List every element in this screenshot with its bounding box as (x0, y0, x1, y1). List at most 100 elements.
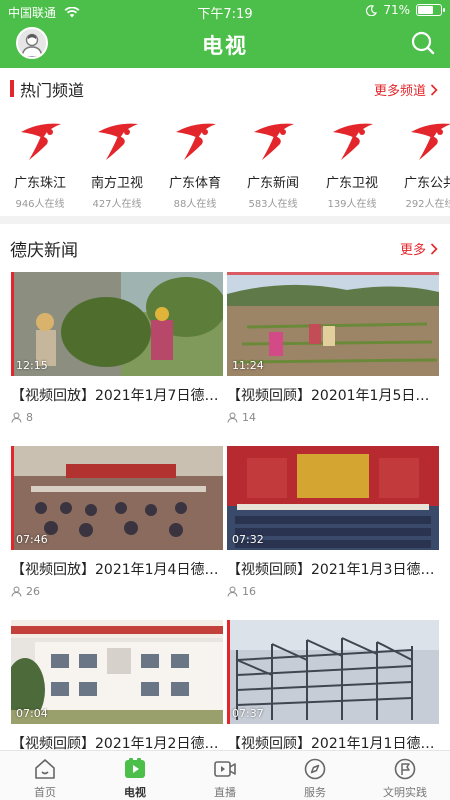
channel-list: 广东珠江 946人在线 南方卫视 427人在线 广东体育 88人在线 广东新闻 … (0, 108, 450, 213)
channel-logo-icon (254, 123, 294, 160)
channel-viewers: 583人在线 (248, 199, 298, 210)
live-camera-icon (214, 761, 236, 777)
tab-label: 电视 (124, 786, 146, 799)
channel-viewers: 292人在线 (405, 199, 450, 210)
search-button[interactable] (410, 30, 436, 56)
video-views: 26 (11, 585, 223, 598)
video-views: 16 (227, 585, 439, 598)
compass-icon (304, 758, 326, 780)
video-duration: 07:46 (16, 533, 48, 546)
channel-logo-icon (21, 123, 61, 160)
tab-label: 直播 (214, 786, 236, 799)
tab-label: 文明实践 (383, 786, 427, 799)
chevron-right-icon (430, 242, 438, 255)
view-count: 16 (242, 585, 256, 598)
video-thumbnail[interactable]: 07:37 (227, 620, 439, 724)
channel-logo-icon (176, 123, 216, 160)
news-section: 德庆新闻 更多 12:15 【视频回放】2021年1月7日德庆新闻 8 11:2… (0, 224, 450, 750)
chevron-right-icon (430, 83, 438, 96)
video-thumbnail[interactable]: 07:32 (227, 446, 439, 550)
channel-name: 广东公共 (403, 176, 450, 191)
channel-viewers: 139人在线 (327, 199, 377, 210)
video-title: 【视频回顾】2021年1月3日德庆新闻 (227, 562, 439, 578)
channel-viewers: 946人在线 (15, 199, 65, 210)
battery-icon (416, 4, 445, 16)
channel-item[interactable]: 广东公共 292人在线 (390, 108, 450, 210)
hot-channels-title: 热门频道 (20, 81, 85, 100)
channel-item[interactable]: 南方卫视 427人在线 (77, 108, 157, 210)
tab-label: 首页 (34, 786, 56, 799)
tab-home[interactable]: 首页 (0, 751, 90, 800)
news-card[interactable]: 07:37 【视频回顾】2021年1月1日德庆新闻 (227, 620, 439, 750)
video-title: 【视频回顾】20201年1月5日德庆新闻 (227, 388, 439, 404)
channel-name: 广东新闻 (246, 176, 299, 191)
section-marker (10, 80, 14, 97)
channel-logo-icon (98, 123, 138, 160)
tab-live[interactable]: 直播 (180, 751, 270, 800)
header: 电视 (0, 22, 450, 68)
news-card[interactable]: 12:15 【视频回放】2021年1月7日德庆新闻 8 (11, 272, 223, 424)
user-icon (227, 412, 238, 423)
news-title: 德庆新闻 (10, 241, 78, 261)
video-title: 【视频回顾】2021年1月1日德庆新闻 (227, 736, 439, 750)
news-card[interactable]: 07:04 【视频回顾】2021年1月2日德庆新闻 (11, 620, 223, 750)
video-duration: 07:37 (232, 707, 264, 720)
channel-name: 广东体育 (168, 176, 221, 191)
video-duration: 11:24 (232, 359, 264, 372)
hot-channels-section: 热门频道 更多频道 广东珠江 946人在线 南方卫视 427人在线 广东体育 8… (0, 68, 450, 216)
tab-tv[interactable]: 电视 (90, 751, 180, 800)
channel-item[interactable]: 广东珠江 946人在线 (0, 108, 80, 210)
view-count: 14 (242, 411, 256, 424)
channel-logo-icon (333, 123, 373, 160)
news-header: 德庆新闻 更多 (0, 224, 450, 261)
app-screen: 中国联通 下午7:19 71% 电视 热门频道 更多频道 广东珠江 946人在线… (0, 0, 450, 800)
channel-item[interactable]: 广东卫视 139人在线 (312, 108, 392, 210)
video-views: 14 (227, 411, 439, 424)
video-duration: 07:04 (16, 707, 48, 720)
search-icon (411, 31, 435, 55)
user-icon (227, 586, 238, 597)
news-card[interactable]: 07:32 【视频回顾】2021年1月3日德庆新闻 16 (227, 446, 439, 598)
page-title: 电视 (202, 34, 248, 58)
battery-percent: 71% (383, 3, 410, 17)
channel-logo-icon (411, 123, 450, 160)
more-news-label: 更多 (399, 243, 426, 258)
more-channels-label: 更多频道 (373, 84, 426, 99)
channel-name: 南方卫视 (90, 176, 143, 191)
status-bar: 中国联通 下午7:19 71% (0, 0, 450, 22)
tab-bar: 首页 电视 直播 服务 文明实践 (0, 750, 450, 800)
channel-viewers: 88人在线 (173, 199, 217, 210)
user-icon (11, 586, 22, 597)
more-news-link[interactable]: 更多 (400, 239, 438, 258)
video-thumbnail[interactable]: 11:24 (227, 272, 439, 376)
video-duration: 12:15 (16, 359, 48, 372)
tab-service[interactable]: 服务 (270, 751, 360, 800)
video-thumbnail[interactable]: 07:04 (11, 620, 223, 724)
channel-item[interactable]: 广东新闻 583人在线 (233, 108, 313, 210)
channel-name: 广东卫视 (325, 176, 378, 191)
tv-play-icon (125, 758, 145, 778)
video-thumbnail[interactable]: 12:15 (11, 272, 223, 376)
top-bar: 中国联通 下午7:19 71% 电视 (0, 0, 450, 68)
home-icon (35, 759, 55, 779)
status-right: 71% (366, 3, 445, 17)
video-duration: 07:32 (232, 533, 264, 546)
moon-icon (366, 4, 378, 16)
channel-name: 广东珠江 (13, 176, 66, 191)
video-thumbnail[interactable]: 07:46 (11, 446, 223, 550)
news-card[interactable]: 07:46 【视频回放】2021年1月4日德庆新闻 26 (11, 446, 223, 598)
channel-viewers: 427人在线 (92, 199, 142, 210)
user-icon (11, 412, 22, 423)
video-title: 【视频回放】2021年1月4日德庆新闻 (11, 562, 223, 578)
view-count: 8 (26, 411, 33, 424)
video-views: 8 (11, 411, 223, 424)
tab-label: 服务 (304, 786, 326, 799)
video-title: 【视频回放】2021年1月7日德庆新闻 (11, 388, 223, 404)
flag-badge-icon (394, 758, 416, 780)
more-channels-link[interactable]: 更多频道 (374, 80, 438, 99)
video-title: 【视频回顾】2021年1月2日德庆新闻 (11, 736, 223, 750)
tab-civilization-practice[interactable]: 文明实践 (360, 751, 450, 800)
channel-item[interactable]: 广东体育 88人在线 (155, 108, 235, 210)
news-card[interactable]: 11:24 【视频回顾】20201年1月5日德庆新闻 14 (227, 272, 439, 424)
view-count: 26 (26, 585, 40, 598)
